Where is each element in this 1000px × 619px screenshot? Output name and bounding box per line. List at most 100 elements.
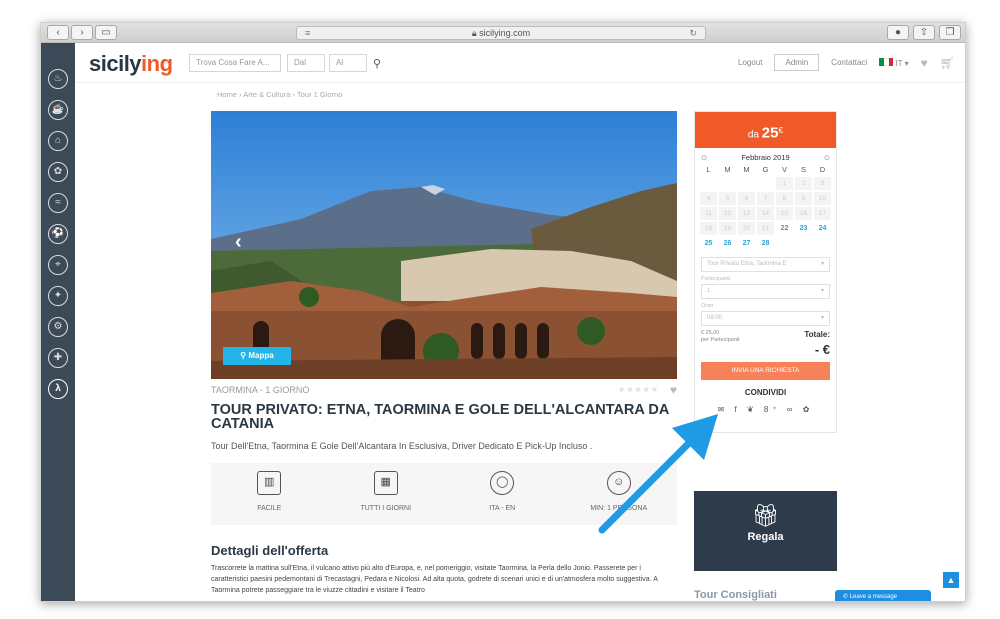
transport-icon[interactable]: ⚙	[48, 317, 68, 337]
send-request-button[interactable]: INVIA UNA RICHIESTA	[701, 362, 830, 380]
time-select[interactable]: 08:00 ▾	[701, 311, 830, 326]
tour-title: TOUR PRIVATO: ETNA, TAORMINA E GOLE DELL…	[211, 402, 669, 432]
feature-label: TUTTI I GIORNI	[360, 505, 412, 512]
browser-window: ‹ › ▭ ≡ 🔒︎ sicilying.com ↻ ● ⇧ ❐ ♨ ☕ ⌂ ✿ ≈ ⚽ ⌖…	[40, 22, 966, 602]
calendar-day[interactable]: 22	[776, 222, 793, 235]
logout-link[interactable]: Logout	[738, 58, 762, 67]
chat-button[interactable]: ✆ Leave a message	[835, 590, 931, 601]
site-header: sicilying Trova Cosa Fare A... Dal Al ⚲ …	[75, 43, 965, 83]
beach-icon[interactable]: ≈	[48, 193, 68, 213]
tour-meta: TAORMINA - 1 GIORNO ★★★★★ ♥	[211, 383, 677, 397]
offer-details-heading: Dettagli dell'offerta	[211, 543, 329, 558]
search-icon[interactable]: ⚲	[373, 57, 381, 70]
forward-button[interactable]: ›	[71, 25, 93, 40]
share-icon[interactable]: ⇧	[913, 25, 935, 40]
events-icon[interactable]: ✦	[48, 286, 68, 306]
calendar-day[interactable]: 24	[814, 222, 831, 235]
date-from-input[interactable]: Dal	[287, 54, 325, 72]
culture-icon[interactable]: ⌂	[48, 131, 68, 151]
tour-option-select[interactable]: Tour Privato Etna, Taormina E ▾	[701, 257, 830, 272]
back-to-top-button[interactable]: ▲	[943, 572, 959, 588]
feature-item: ▦ TUTTI I GIORNI	[328, 463, 445, 525]
sidebar-toggle-icon[interactable]: ▭	[95, 25, 117, 40]
weekday-label: M	[743, 165, 750, 174]
reload-icon[interactable]: ↻	[689, 27, 697, 39]
wishlist-heart-icon[interactable]: ♥	[921, 56, 928, 70]
nature-icon[interactable]: ✿	[48, 162, 68, 182]
calendar-day: 15	[776, 207, 793, 220]
chevron-down-icon: ▾	[820, 315, 824, 321]
language-selector[interactable]: IT ▾	[879, 57, 909, 68]
weekday-label: V	[781, 165, 787, 174]
language-icon: ◯	[490, 471, 515, 495]
time-label: Orari	[701, 303, 714, 309]
map-button[interactable]: ⚲ Mappa	[223, 347, 291, 365]
cart-icon[interactable]: 🛒︎	[940, 56, 955, 70]
site-logo[interactable]: sicilying	[89, 51, 173, 77]
per-person-price: € 25,00 per Partecipanti	[701, 330, 740, 343]
admin-button[interactable]: Admin	[774, 54, 820, 71]
hero-image[interactable]: ‹ ⚲ Mappa	[211, 111, 677, 379]
calendar-day: 8	[776, 192, 793, 205]
calendar-day: 4	[700, 192, 717, 205]
prev-image-arrow[interactable]: ‹	[235, 231, 242, 254]
gift-label: Regala	[747, 531, 784, 543]
search-input[interactable]: Trova Cosa Fare A...	[189, 54, 281, 72]
taormina-landscape-image	[211, 111, 677, 379]
calendar-day[interactable]: 25	[700, 237, 717, 250]
weekday-label: L	[706, 165, 711, 174]
back-button[interactable]: ‹	[47, 25, 69, 40]
calendar-day: 10	[814, 192, 831, 205]
calendar-day: 9	[795, 192, 812, 205]
category-sidebar: ♨ ☕ ⌂ ✿ ≈ ⚽ ⌖ ✦ ⚙ ✚ λ	[41, 43, 75, 601]
calendar-day: 17	[814, 207, 831, 220]
calendar-day	[738, 177, 755, 190]
gift-card[interactable]: 🎁︎ Regala	[694, 491, 837, 571]
calendar-day: 19	[719, 222, 736, 235]
lambda-icon[interactable]: λ	[48, 379, 68, 399]
city-icon[interactable]: ⌖	[48, 255, 68, 275]
extension-icon[interactable]: ●	[887, 25, 909, 40]
chevron-down-icon: ▾	[820, 261, 824, 267]
calendar-day: 20	[738, 222, 755, 235]
tabs-icon[interactable]: ❐	[939, 25, 961, 40]
calendar-day: 21	[757, 222, 774, 235]
feature-item: ☺ MIN: 1 PERSONA	[561, 463, 678, 525]
calendar-day: 18	[700, 222, 717, 235]
address-bar[interactable]: ≡ 🔒︎ sicilying.com ↻	[296, 26, 706, 40]
participants-select[interactable]: 1 ▾	[701, 284, 830, 299]
share-icons[interactable]: ✉ f ❦ 8⁺ ∞ ✿	[695, 405, 836, 414]
total-section: € 25,00 per Partecipanti Totale: - €	[701, 330, 830, 360]
calendar-day[interactable]: 28	[757, 237, 774, 250]
price-banner: da 25€	[695, 112, 836, 148]
browser-toolbar: ‹ › ▭ ≡ 🔒︎ sicilying.com ↻ ● ⇧ ❐	[41, 23, 965, 43]
difficulty-icon: ▥	[257, 471, 282, 495]
feature-item: ◯ ITA - EN	[444, 463, 561, 525]
calendar-day: 1	[776, 177, 793, 190]
feature-strip: ▥ FACILE ▦ TUTTI I GIORNI ◯ ITA - EN ☺ MIN: 1 P…	[211, 463, 677, 525]
weekday-label: M	[724, 165, 731, 174]
wine-icon[interactable]: ☕	[48, 100, 68, 120]
calendar-day	[757, 177, 774, 190]
rating-stars[interactable]: ★★★★★	[618, 385, 659, 394]
reader-icon[interactable]: ≡	[305, 27, 310, 39]
contacts-link[interactable]: Contattaci	[831, 58, 867, 67]
calendar-day: 16	[795, 207, 812, 220]
calendar-day	[776, 237, 793, 250]
calendar-day[interactable]: 23	[795, 222, 812, 235]
food-icon[interactable]: ♨	[48, 69, 68, 89]
booking-widget: da 25€ ⊙ Febbraio 2019 ⊙ LMMGVSD 1234567…	[694, 111, 837, 433]
calendar-day[interactable]: 26	[719, 237, 736, 250]
calendar-day[interactable]: 27	[738, 237, 755, 250]
gift-icon[interactable]: ✚	[48, 348, 68, 368]
calendar-week: 18 19 20 21 22 23 24	[699, 221, 832, 236]
breadcrumb[interactable]: Home › Arte & Cultura › Tour 1 Giorno	[217, 90, 342, 99]
weekday-label: D	[819, 165, 826, 174]
calendar-day	[700, 177, 717, 190]
next-month-icon[interactable]: ⊙	[824, 151, 830, 165]
date-to-input[interactable]: Al	[329, 54, 367, 72]
calendar-day: 13	[738, 207, 755, 220]
sport-icon[interactable]: ⚽	[48, 224, 68, 244]
prev-month-icon[interactable]: ⊙	[701, 151, 707, 165]
favorite-heart-icon[interactable]: ♥	[670, 383, 677, 397]
